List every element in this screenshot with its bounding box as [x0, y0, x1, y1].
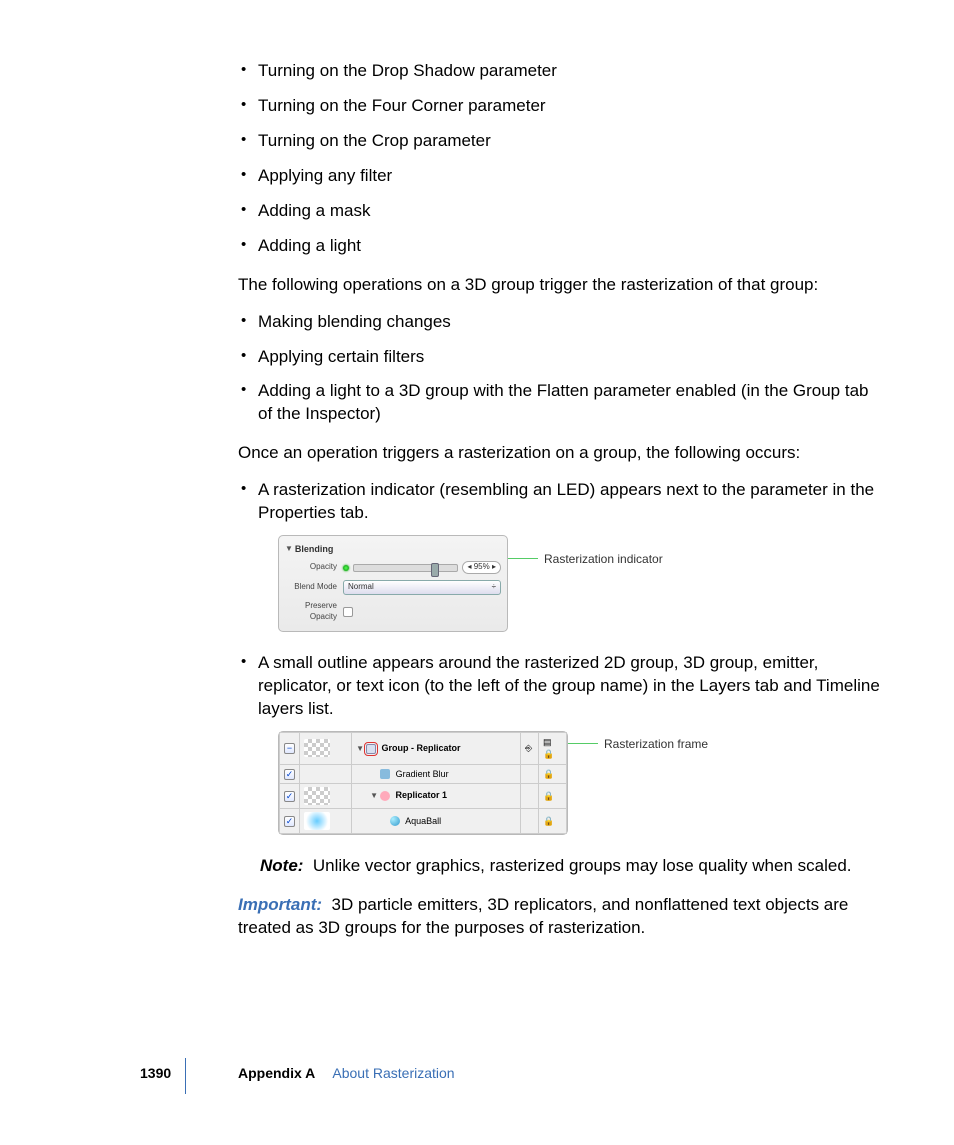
lock-icon[interactable]: 🔒 [543, 769, 554, 779]
bullet-text: A rasterization indicator (resembling an… [258, 480, 874, 522]
stack-icon[interactable]: ▤ [543, 737, 552, 747]
blendmode-label: Blend Mode [285, 582, 343, 593]
disclosure-triangle-icon[interactable]: ▼ [356, 744, 364, 753]
page-content: Turning on the Drop Shadow parameter Tur… [0, 0, 954, 940]
layer-row[interactable]: ✓ ▼ Replicator 1 🔒 [280, 783, 567, 808]
layer-thumbnail [304, 812, 330, 830]
opacity-value[interactable]: ◂ 95% ▸ [462, 561, 501, 574]
callout-label: Rasterization frame [604, 736, 708, 752]
layer-thumbnail [304, 739, 330, 757]
layer-row[interactable]: − ▼ Group - Replicator ⎆ ▤ 🔒 [280, 733, 567, 764]
link-icon[interactable]: ⎆ [525, 743, 532, 753]
visibility-checkbox[interactable]: ✓ [284, 791, 295, 802]
lock-icon[interactable]: 🔒 [543, 816, 554, 826]
bullets-occurs: A rasterization indicator (resembling an… [238, 479, 884, 877]
filter-icon [380, 769, 390, 779]
callout-line [508, 558, 538, 559]
layer-row[interactable]: ✓ Gradient Blur 🔒 [280, 764, 567, 783]
properties-panel: ▼ Blending Opacity ◂ 95% ▸ Blend Mode No… [278, 535, 508, 632]
visibility-checkbox[interactable]: − [284, 743, 295, 754]
important-label: Important: [238, 895, 322, 914]
preserve-checkbox[interactable] [343, 607, 353, 617]
footer-divider [185, 1058, 186, 1094]
note: Note: Unlike vector graphics, rasterized… [258, 855, 884, 878]
note-label: Note: [260, 856, 303, 875]
disclosure-triangle-icon[interactable]: ▼ [370, 791, 378, 800]
note-text: Unlike vector graphics, rasterized group… [313, 856, 852, 875]
layer-name: Replicator 1 [396, 790, 448, 800]
list-item: Turning on the Four Corner parameter [256, 95, 884, 118]
list-item: Making blending changes [256, 311, 884, 334]
list-item: Adding a light to a 3D group with the Fl… [256, 380, 884, 426]
important: Important: 3D particle emitters, 3D repl… [238, 894, 884, 940]
bullets-3d: Making blending changes Applying certain… [238, 311, 884, 427]
figure-layers: − ▼ Group - Replicator ⎆ ▤ 🔒 ✓ Gradient … [278, 731, 884, 834]
lock-icon[interactable]: 🔒 [543, 749, 554, 759]
disclosure-triangle-icon[interactable]: ▼ [285, 544, 293, 555]
bullets-top: Turning on the Drop Shadow parameter Tur… [238, 60, 884, 258]
list-item: Adding a mask [256, 200, 884, 223]
layer-row[interactable]: ✓ AquaBall 🔒 [280, 808, 567, 833]
important-text: 3D particle emitters, 3D replicators, an… [238, 895, 848, 937]
layer-thumbnail [304, 787, 330, 805]
bullet-text: A small outline appears around the raste… [258, 653, 880, 718]
layer-name: Gradient Blur [396, 769, 449, 779]
appendix-title: About Rasterization [332, 1065, 454, 1081]
callout-label: Rasterization indicator [544, 551, 663, 567]
layers-panel: − ▼ Group - Replicator ⎆ ▤ 🔒 ✓ Gradient … [278, 731, 568, 834]
opacity-slider[interactable] [353, 564, 458, 572]
rasterization-led-icon [343, 565, 349, 571]
preserve-label: Preserve Opacity [285, 601, 343, 623]
visibility-checkbox[interactable]: ✓ [284, 816, 295, 827]
callout-line [568, 743, 598, 744]
replicator-icon [380, 791, 390, 801]
list-item: Turning on the Crop parameter [256, 130, 884, 153]
list-item: A small outline appears around the raste… [256, 652, 884, 877]
lock-icon[interactable]: 🔒 [543, 791, 554, 801]
visibility-checkbox[interactable]: ✓ [284, 769, 295, 780]
list-item: Turning on the Drop Shadow parameter [256, 60, 884, 83]
paragraph: The following operations on a 3D group t… [238, 274, 884, 297]
figure-indicator: ▼ Blending Opacity ◂ 95% ▸ Blend Mode No… [278, 535, 884, 632]
page-footer: 1390 Appendix A About Rasterization [0, 1064, 954, 1100]
layer-name: Group - Replicator [382, 743, 461, 753]
opacity-label: Opacity [285, 562, 343, 573]
list-item: Applying any filter [256, 165, 884, 188]
layer-name: AquaBall [405, 816, 441, 826]
blendmode-select[interactable]: Normal÷ [343, 580, 501, 595]
object-icon [390, 816, 400, 826]
list-item: Applying certain filters [256, 346, 884, 369]
appendix-label: Appendix A [238, 1065, 315, 1081]
panel-header: Blending [295, 543, 334, 555]
list-item: A rasterization indicator (resembling an… [256, 479, 884, 632]
list-item: Adding a light [256, 235, 884, 258]
page-number: 1390 [140, 1064, 171, 1083]
paragraph: Once an operation triggers a rasterizati… [238, 442, 884, 465]
group-icon [366, 744, 376, 754]
